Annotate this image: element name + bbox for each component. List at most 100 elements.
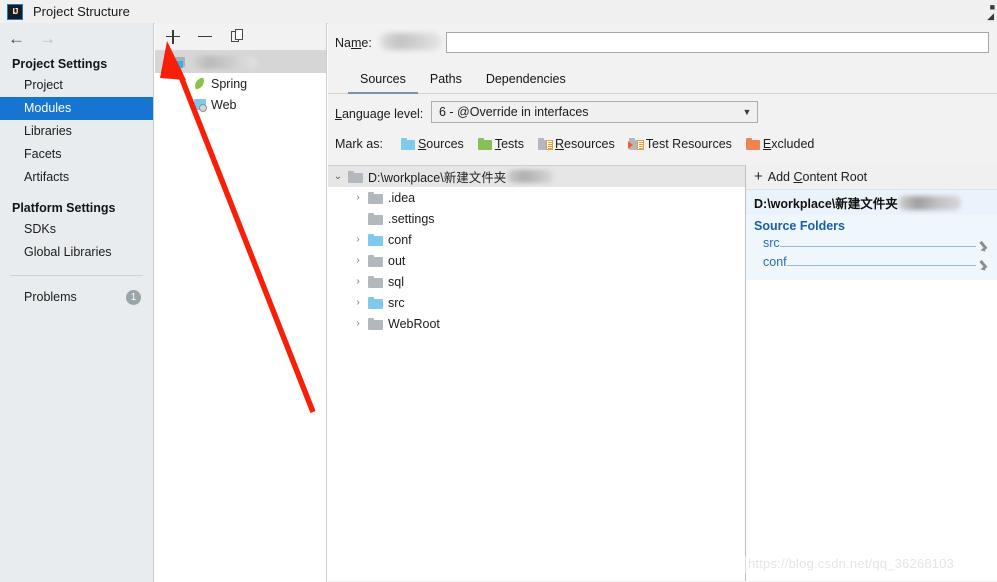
arrow-right-icon[interactable]: → bbox=[39, 30, 56, 47]
mark-as-sources-button[interactable]: Sources bbox=[400, 137, 464, 151]
tree-row-webroot[interactable]: › WebRoot bbox=[328, 313, 745, 334]
mark-as-test-resources-label: Test Resources bbox=[645, 137, 732, 151]
facet-item-spring[interactable]: Spring bbox=[155, 73, 326, 94]
mark-as-test-resources-button[interactable]: Test Resources bbox=[627, 137, 732, 151]
tree-row-conf-label: conf bbox=[388, 232, 412, 247]
sidebar-item-global-libraries[interactable]: Global Libraries bbox=[0, 241, 153, 264]
chevron-right-icon[interactable]: › bbox=[348, 276, 368, 287]
module-name-label: Name: bbox=[335, 36, 372, 50]
spring-leaf-icon bbox=[192, 76, 211, 92]
chevron-right-icon[interactable]: › bbox=[348, 192, 368, 203]
tree-row-idea[interactable]: › .idea bbox=[328, 187, 745, 208]
sidebar-item-sdks[interactable]: SDKs bbox=[0, 218, 153, 241]
tab-paths[interactable]: Paths bbox=[418, 72, 474, 93]
chevron-right-icon[interactable]: › bbox=[348, 234, 368, 245]
folder-blue-icon bbox=[400, 138, 415, 150]
mark-as-excluded-button[interactable]: Excluded bbox=[745, 137, 814, 151]
facet-item-web-label: Web bbox=[211, 97, 237, 112]
edit-pencil-icon[interactable] bbox=[980, 240, 991, 252]
sidebar-group-platform-settings: Platform Settings bbox=[12, 201, 116, 215]
sidebar-item-facets[interactable]: Facets bbox=[0, 143, 153, 166]
title-bar: Project Structure ■ ◢ bbox=[0, 0, 997, 24]
language-level-label: Language level: bbox=[335, 107, 424, 121]
source-folder-row-src[interactable]: src bbox=[754, 236, 997, 255]
source-folder-src-label: src bbox=[763, 236, 780, 250]
chevron-right-icon[interactable]: › bbox=[348, 318, 368, 329]
chevron-down-icon[interactable]: ⌄ bbox=[160, 57, 172, 67]
sidebar-item-modules[interactable]: Modules bbox=[0, 97, 153, 120]
facet-item-web[interactable]: Web bbox=[155, 94, 326, 115]
tab-sources[interactable]: Sources bbox=[348, 72, 418, 94]
sidebar-item-problems-label: Problems bbox=[24, 290, 77, 304]
settings-sidebar: ← → Project Settings Project Modules Lib… bbox=[0, 23, 154, 582]
mark-as-tests-button[interactable]: Tests bbox=[477, 137, 524, 151]
folder-grey-icon bbox=[348, 170, 363, 183]
mark-as-label: Mark as: bbox=[335, 137, 383, 151]
facet-item-spring-label: Spring bbox=[211, 76, 248, 91]
sidebar-item-artifacts[interactable]: Artifacts bbox=[0, 166, 153, 189]
tree-row-out[interactable]: › out bbox=[328, 250, 745, 271]
folder-grey-icon bbox=[368, 254, 383, 267]
mark-as-resources-label: Resources bbox=[555, 137, 615, 151]
folder-orange-icon bbox=[745, 138, 760, 150]
add-module-button[interactable] bbox=[164, 28, 182, 46]
source-folder-rule bbox=[779, 245, 976, 247]
mark-as-sources-label: Sources bbox=[417, 137, 464, 151]
module-name-row: Name: bbox=[328, 30, 997, 56]
window-title: Project Structure bbox=[33, 4, 130, 19]
language-level-row: Language level: 6 - @Override in interfa… bbox=[328, 101, 997, 127]
modules-toolbar bbox=[155, 23, 326, 51]
sidebar-item-project[interactable]: Project bbox=[0, 74, 153, 97]
folder-cyan-icon bbox=[368, 296, 383, 309]
tree-row-src-label: src bbox=[388, 295, 405, 310]
plus-icon: + bbox=[754, 168, 763, 185]
tree-row-root[interactable]: ⌄ D:\workplace\新建文件夹 bbox=[328, 166, 745, 187]
mark-as-resources-button[interactable]: Resources bbox=[538, 137, 615, 151]
sidebar-divider bbox=[10, 275, 143, 276]
watermark-bar bbox=[745, 556, 746, 573]
tab-dependencies[interactable]: Dependencies bbox=[474, 72, 578, 93]
tree-row-conf[interactable]: › conf bbox=[328, 229, 745, 250]
language-level-select[interactable]: 6 - @Override in interfaces ▼ bbox=[431, 101, 758, 123]
watermark-text: https://blog.csdn.net/qq_36268103 bbox=[748, 556, 955, 571]
module-detail-panel: Name: Sources Paths Dependencies Languag… bbox=[328, 23, 997, 582]
content-root-path: D:\workplace\新建文件夹 bbox=[746, 190, 997, 215]
chevron-down-icon[interactable]: ▼ bbox=[737, 107, 757, 117]
tree-row-settings[interactable]: .settings bbox=[328, 208, 745, 229]
chevron-down-icon[interactable]: ⌄ bbox=[328, 171, 348, 182]
content-root-tree: ⌄ D:\workplace\新建文件夹 › .idea .settings ›… bbox=[328, 165, 746, 581]
modules-list-panel: ⌄ Spring Web bbox=[155, 23, 327, 582]
sidebar-item-problems[interactable]: Problems 1 bbox=[0, 286, 153, 309]
arrow-left-icon[interactable]: ← bbox=[8, 30, 25, 47]
window-control-glyph-bottom[interactable]: ◢ bbox=[987, 12, 994, 21]
module-name-redacted bbox=[193, 55, 257, 69]
add-content-root-button[interactable]: + Add Content Root bbox=[746, 165, 997, 190]
tree-row-webroot-label: WebRoot bbox=[388, 316, 440, 331]
tree-row-root-redacted bbox=[508, 170, 555, 183]
remove-module-button[interactable] bbox=[196, 28, 214, 46]
tree-row-settings-label: .settings bbox=[388, 211, 435, 226]
folder-grey-icon bbox=[368, 317, 383, 330]
chevron-right-icon[interactable]: › bbox=[348, 255, 368, 266]
language-level-value: 6 - @Override in interfaces bbox=[439, 105, 589, 119]
folder-test-resources-icon bbox=[627, 138, 644, 150]
source-folder-row-conf[interactable]: conf bbox=[754, 255, 997, 274]
chevron-right-icon[interactable]: › bbox=[348, 297, 368, 308]
window-controls[interactable]: ■ ◢ bbox=[979, 0, 997, 23]
folder-resources-icon bbox=[538, 138, 553, 150]
content-root-path-redacted bbox=[898, 195, 961, 210]
source-folder-conf-label: conf bbox=[763, 255, 787, 269]
problems-count-badge: 1 bbox=[126, 290, 141, 305]
module-tree-root[interactable]: ⌄ bbox=[155, 51, 326, 73]
copy-module-button[interactable] bbox=[228, 28, 246, 46]
folder-grey-icon bbox=[368, 191, 383, 204]
source-folder-rule bbox=[786, 264, 976, 266]
mark-as-row: Mark as: Sources Tests Resources Test Re… bbox=[328, 133, 997, 155]
tree-row-src[interactable]: › src bbox=[328, 292, 745, 313]
source-folders-title: Source Folders bbox=[754, 219, 845, 233]
tree-row-sql[interactable]: › sql bbox=[328, 271, 745, 292]
edit-pencil-icon[interactable] bbox=[980, 259, 991, 271]
mark-as-tests-label: Tests bbox=[494, 137, 524, 151]
sidebar-item-libraries[interactable]: Libraries bbox=[0, 120, 153, 143]
module-name-input[interactable] bbox=[446, 32, 989, 53]
